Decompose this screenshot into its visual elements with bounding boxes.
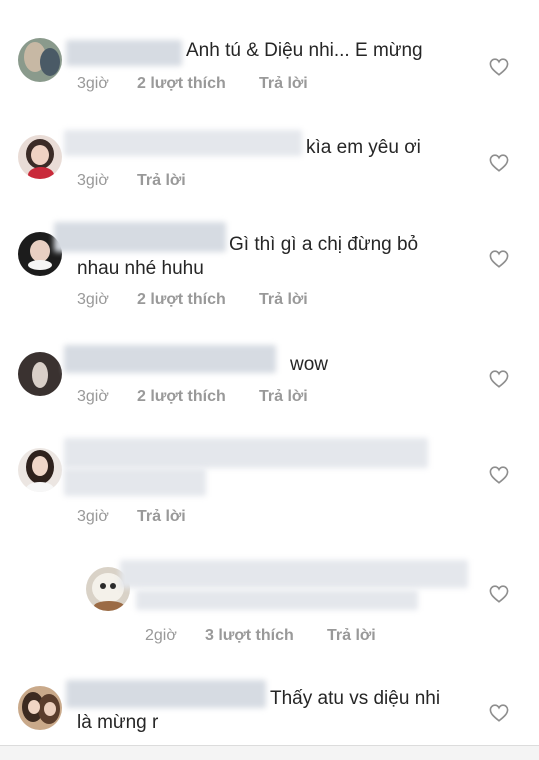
comment-text: Thấy atu vs diệu nhi xyxy=(270,688,441,709)
comment-text: kìa em yêu ơi xyxy=(306,137,421,158)
likes-count[interactable]: 2 lượt thích xyxy=(137,75,226,93)
comment-text: Gì thì gì a chị đừng bỏ xyxy=(229,234,419,255)
heart-outline-icon[interactable] xyxy=(489,585,509,603)
comment-time: 3giờ xyxy=(77,291,109,308)
heart-outline-icon[interactable] xyxy=(489,370,509,388)
reply-button[interactable]: Trả lời xyxy=(259,75,308,93)
blurred-comment-text xyxy=(136,590,418,610)
reply-button[interactable]: Trả lời xyxy=(137,172,186,190)
blurred-username xyxy=(64,130,302,156)
likes-count[interactable]: 3 lượt thích xyxy=(205,627,294,645)
blurred-username xyxy=(66,40,182,66)
comment-text: Anh tú & Diệu nhi... E mừng xyxy=(186,40,423,61)
heart-outline-icon[interactable] xyxy=(489,704,509,722)
bottom-bar xyxy=(0,746,539,760)
blurred-username xyxy=(120,560,468,588)
heart-outline-icon[interactable] xyxy=(489,466,509,484)
blurred-username xyxy=(66,680,266,708)
comment-text-continued: nhau nhé huhu xyxy=(77,258,204,279)
comment-time: 2giờ xyxy=(145,627,177,644)
blurred-comment-text xyxy=(64,468,206,496)
heart-outline-icon[interactable] xyxy=(489,250,509,268)
comment-meta: 3giờ 2 lượt thích Trả lời xyxy=(0,388,539,408)
comment-meta: 3giờ Trả lời xyxy=(0,172,539,192)
blurred-username xyxy=(64,438,428,468)
likes-count[interactable]: 2 lượt thích xyxy=(137,291,226,309)
blurred-username xyxy=(64,345,276,373)
avatar[interactable] xyxy=(18,686,62,730)
heart-outline-icon[interactable] xyxy=(489,154,509,172)
reply-button[interactable]: Trả lời xyxy=(327,627,376,645)
comment-meta: 3giờ 2 lượt thích Trả lời xyxy=(0,75,539,95)
comment-time: 3giờ xyxy=(77,508,109,525)
comment-text-continued: là mừng r xyxy=(77,712,159,733)
comment-time: 3giờ xyxy=(77,172,109,189)
reply-button[interactable]: Trả lời xyxy=(259,388,308,406)
avatar[interactable] xyxy=(18,448,62,492)
comment-meta: 2giờ 3 lượt thích Trả lời xyxy=(0,627,539,647)
comment-meta: 3giờ 2 lượt thích Trả lời xyxy=(0,291,539,311)
heart-outline-icon[interactable] xyxy=(489,58,509,76)
comment-time: 3giờ xyxy=(77,75,109,92)
reply-button[interactable]: Trả lời xyxy=(259,291,308,309)
reply-button[interactable]: Trả lời xyxy=(137,508,186,526)
likes-count[interactable]: 2 lượt thích xyxy=(137,388,226,406)
comment-time: 3giờ xyxy=(77,388,109,405)
comment-meta: 3giờ Trả lời xyxy=(0,508,539,528)
comment-text: wow xyxy=(290,354,329,375)
blurred-username xyxy=(54,222,226,252)
